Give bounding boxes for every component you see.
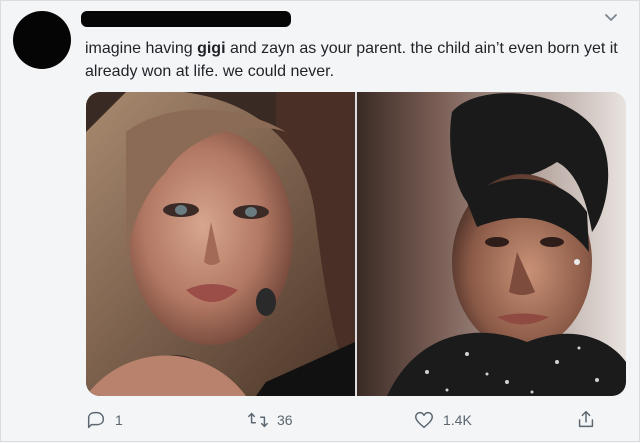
reply-count: 1 bbox=[115, 412, 123, 428]
reply-icon[interactable] bbox=[85, 409, 107, 431]
tweet-actions: 1 36 1.4K bbox=[1, 399, 640, 443]
retweet-icon[interactable] bbox=[247, 409, 269, 431]
chevron-down-icon[interactable] bbox=[604, 11, 618, 25]
retweet-action[interactable]: 36 bbox=[247, 409, 293, 431]
like-action[interactable]: 1.4K bbox=[413, 409, 472, 431]
avatar[interactable] bbox=[13, 11, 71, 69]
heart-icon[interactable] bbox=[413, 409, 435, 431]
retweet-count: 36 bbox=[277, 412, 293, 428]
tweet-text: imagine having gigi and zayn as your par… bbox=[85, 37, 625, 83]
reply-action[interactable]: 1 bbox=[85, 409, 123, 431]
photo-man[interactable] bbox=[357, 92, 626, 396]
share-icon[interactable] bbox=[575, 409, 597, 431]
tweet-text-pre: imagine having bbox=[85, 40, 198, 57]
tweet-media[interactable] bbox=[86, 92, 626, 396]
tweet-card: imagine having gigi and zayn as your par… bbox=[0, 0, 640, 442]
photo-woman[interactable] bbox=[86, 92, 355, 396]
tweet-text-bold: gigi bbox=[197, 40, 226, 57]
redacted-username-bar bbox=[81, 11, 291, 27]
share-action[interactable] bbox=[575, 409, 597, 431]
like-count: 1.4K bbox=[443, 412, 472, 428]
